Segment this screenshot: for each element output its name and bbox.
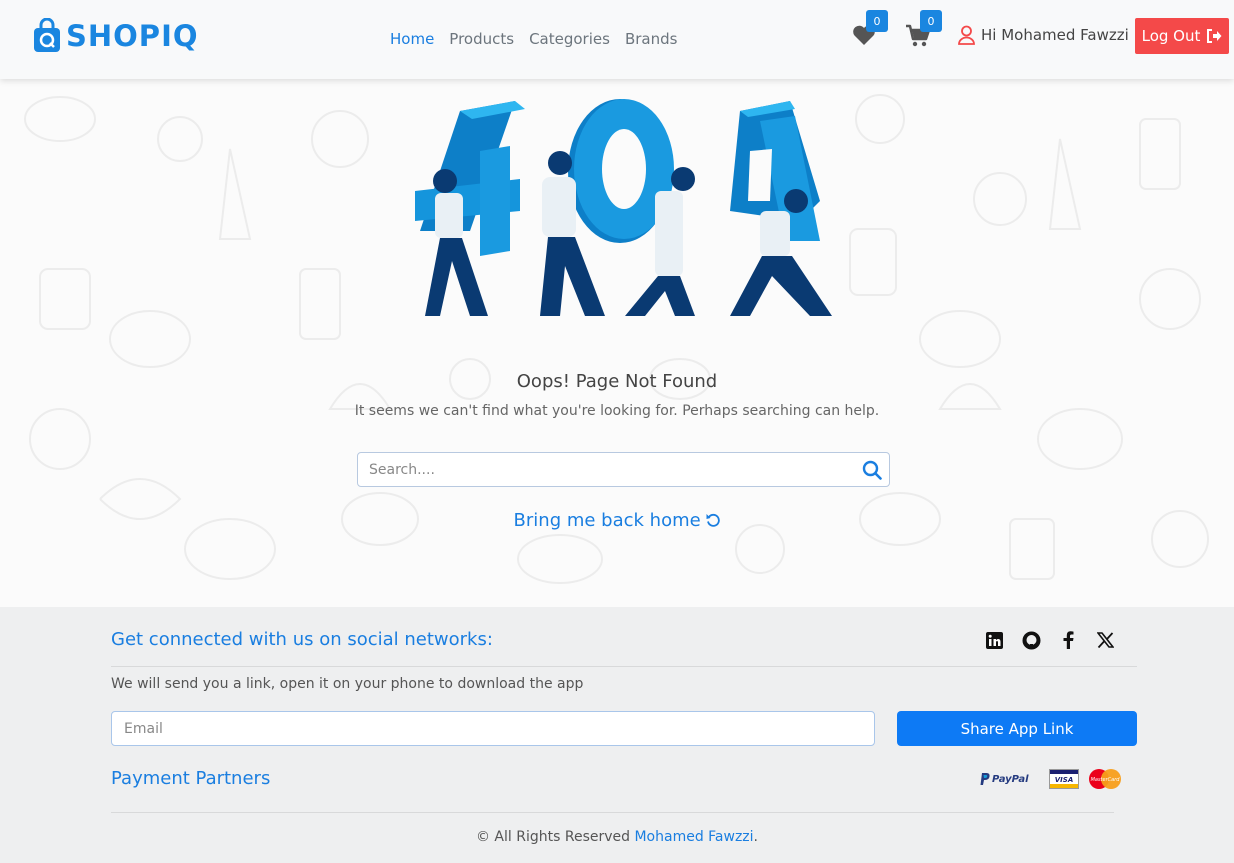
logo-text: SHOPIQ bbox=[66, 19, 199, 53]
svg-text:VISA: VISA bbox=[1054, 776, 1072, 784]
logout-button[interactable]: Log Out bbox=[1135, 18, 1229, 54]
cart-count-badge: 0 bbox=[920, 10, 942, 32]
nav-home[interactable]: Home bbox=[390, 30, 434, 48]
page-subtitle: It seems we can't find what you're looki… bbox=[354, 403, 880, 419]
linkedin-icon[interactable] bbox=[984, 630, 1004, 650]
search-box bbox=[357, 452, 890, 487]
footer-divider-bottom bbox=[111, 812, 1114, 813]
logout-label: Log Out bbox=[1141, 27, 1201, 45]
nav-brands[interactable]: Brands bbox=[625, 30, 678, 48]
wishlist-button[interactable]: 0 bbox=[852, 10, 888, 48]
user-greeting: Hi Mohamed Fawzzi bbox=[981, 26, 1129, 44]
x-icon[interactable] bbox=[1095, 630, 1115, 650]
social-links bbox=[984, 630, 1115, 650]
logo[interactable]: SHOPIQ bbox=[32, 16, 199, 56]
search-icon bbox=[862, 460, 882, 480]
paypal-label: PayPal bbox=[992, 773, 1029, 785]
visa-logo: VISA bbox=[1048, 769, 1079, 789]
copyright-text: © All Rights Reserved bbox=[475, 829, 635, 845]
404-illustration bbox=[415, 99, 832, 316]
back-home-link[interactable]: Bring me back home bbox=[0, 510, 1234, 531]
payment-logos: PayPal VISA MasterCard bbox=[980, 768, 1123, 790]
cart-button[interactable]: 0 bbox=[905, 10, 942, 48]
nav-categories[interactable]: Categories bbox=[529, 30, 610, 48]
digit-four-left bbox=[415, 101, 525, 256]
main-nav: Home Products Categories Brands bbox=[390, 30, 677, 48]
payment-heading: Payment Partners bbox=[111, 768, 271, 789]
shopping-bag-logo-icon bbox=[34, 18, 60, 52]
copyright: © All Rights Reserved Mohamed Fawzzi. bbox=[0, 829, 1234, 845]
sign-out-icon bbox=[1207, 29, 1222, 43]
facebook-icon[interactable] bbox=[1058, 630, 1078, 650]
rotate-left-icon bbox=[706, 513, 721, 527]
wishlist-count-badge: 0 bbox=[866, 10, 888, 32]
paypal-logo: PayPal bbox=[980, 773, 1029, 785]
github-icon[interactable] bbox=[1021, 630, 1041, 650]
email-field[interactable] bbox=[111, 711, 875, 746]
footer: Get connected with us on social networks… bbox=[0, 607, 1234, 863]
copyright-suffix: . bbox=[753, 829, 758, 845]
page-title: Oops! Page Not Found bbox=[516, 371, 718, 392]
nav-products[interactable]: Products bbox=[449, 30, 514, 48]
user-menu[interactable]: Hi Mohamed Fawzzi bbox=[958, 25, 1129, 45]
author-link[interactable]: Mohamed Fawzzi bbox=[634, 829, 753, 845]
app-link-description: We will send you a link, open it on your… bbox=[111, 676, 584, 692]
social-heading: Get connected with us on social networks… bbox=[111, 629, 493, 650]
user-icon bbox=[958, 25, 975, 45]
svg-text:MasterCard: MasterCard bbox=[1090, 777, 1120, 783]
share-app-link-button[interactable]: Share App Link bbox=[897, 711, 1137, 746]
navbar: SHOPIQ Home Products Categories Brands 0… bbox=[0, 0, 1234, 79]
mastercard-logo: MasterCard bbox=[1088, 769, 1121, 789]
back-home-label: Bring me back home bbox=[513, 510, 701, 531]
search-button[interactable] bbox=[855, 453, 889, 487]
main-content: Oops! Page Not Found It seems we can't f… bbox=[0, 79, 1234, 607]
footer-divider bbox=[111, 666, 1137, 667]
search-input[interactable] bbox=[358, 461, 855, 478]
